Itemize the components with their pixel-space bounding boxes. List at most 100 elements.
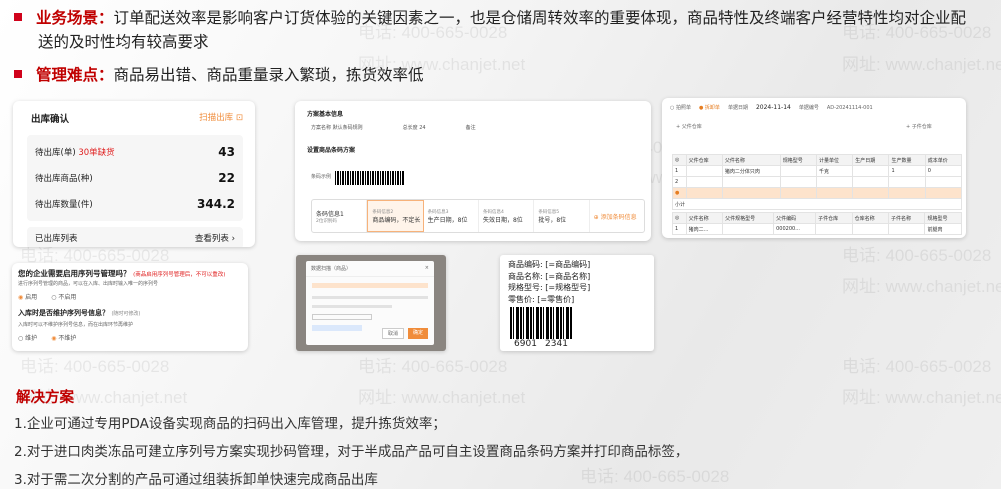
management-difficulty: 管理难点：商品易出错、商品重量录入繁琐，拣货效率低 [14,64,424,87]
footer-label: 已出库列表 [35,234,78,244]
label-field: 商品编码: [=商品编码] [508,260,591,269]
business-scenario: 业务场景：订单配送效率是影响客户订货体验的关键因素之一，也是仓储周转效率的重要体… [14,7,966,30]
radio-icon: ○ [51,294,57,301]
doc-no-value[interactable]: AD-20241114-001 [827,105,873,111]
view-list-link[interactable]: 查看列表 › [195,232,235,244]
shortage-badge: 30单缺货 [78,148,115,158]
watermark-phone: 电话: 400-665-0028 [842,357,992,376]
table-row[interactable]: 1 猪肉二... 000200... 前腿肉 [672,223,962,235]
radio-checked-icon: ◉ [51,335,57,342]
scenario-text: 订单配送效率是影响客户订货体验的关键因素之一，也是仓储周转效率的重要体现，商品特… [113,9,967,27]
parent-warehouse-label: + 父件仓库 [676,124,702,130]
bullet-icon [14,12,22,21]
bullet-icon [14,69,22,78]
watermark-site: 网址: www.chanjet.net [358,388,526,407]
table-row[interactable]: 2 [672,176,963,188]
segment-tile[interactable]: 条码信息2 商品编码，不定长 [367,200,424,232]
label-field: 商品名称: [=商品名称] [508,271,591,281]
add-row-icon[interactable]: ● [675,190,679,196]
label-field: 零售价: [=零售价] [508,294,575,304]
segment-tile[interactable]: 条码信息1 2位识别码 [312,200,368,232]
difficulty-keyword: 管理难点： [36,66,114,84]
scan-icon: ⊡ [235,113,243,123]
radio-maintain[interactable]: ○ 维护 [18,333,37,342]
date-value[interactable]: 2024-11-14 [756,104,791,111]
barcode-segments: 条码信息1 2位识别码 条码信息2 商品编码，不定长 条码信息3 生产日期，8位… [311,199,645,233]
serial-desc: 进行序列号管理的商品，可以在入库、出库时输入唯一的序列号 [18,281,159,287]
label-field: 规格型号: [=规格型号] [508,283,591,292]
row-label: 待出库数量(件) [35,200,93,210]
label-template-card: 商品编码: [=商品编码] 商品名称: [=商品名称] 规格型号: [=规格型号… [500,255,654,351]
scan-dialog-screenshot: 数据扫描（商品） × 取消 确定 [296,255,446,351]
shipped-list-link[interactable]: 已出库列表 查看列表 › [27,227,243,247]
pending-qty-row[interactable]: 待出库数量(件) 344.2 [35,191,235,217]
outbound-confirm-card: 出库确认 扫描出库 ⊡ 待出库(单) 30单缺货 43 待出库商品(种) 22 … [13,101,255,247]
child-warehouse-label: + 子件仓库 [906,124,932,130]
pending-goods-row[interactable]: 待出库商品(种) 22 [35,165,235,191]
radio-no-maintain[interactable]: ◉ 不维护 [51,333,76,342]
row-label: 待出库(单) [35,148,76,158]
row-value: 43 [218,145,235,159]
parent-items-table: ◎ 父件仓库 父件名称 规格型号 计量单位 生产日期 生产数量 成本单价 1 猪肉… [672,154,963,210]
maintain-question: 入库时是否维护序列号信息？ (随时可修改) [18,309,141,317]
dialog-input[interactable] [312,325,362,331]
note-label: 备注 [465,125,476,131]
subtotal-row: 小计 [672,198,962,210]
pending-orders-row[interactable]: 待出库(单) 30单缺货 43 [35,139,235,165]
barcode-example-label: 条码示例 [311,174,332,180]
barcode-number: 6901 [514,339,537,349]
scenario-keyword: 业务场景： [36,9,114,27]
scheme-name-value[interactable]: 默认条码规则 [333,125,363,131]
row-label: 待出库商品(种) [35,174,93,184]
barcode-number: 2341 [545,339,568,349]
watermark-phone: 电话: 400-665-0028 [580,467,730,486]
watermark-site: 网址: www.chanjet.net [842,388,1001,407]
maintain-desc: 入库时可以不维护序列号信息，而在出库环节再维护 [18,322,134,328]
row-value: 344.2 [197,197,235,211]
dialog-highlight-bar [312,283,428,288]
watermark-phone: 电话: 400-665-0028 [20,357,170,376]
disassembly-form-card: ○ 拍照单 ● 拆卸单 单据日期 2024-11-14 单据编号 AD-2024… [662,98,966,238]
row-value: 22 [218,171,235,185]
segment-tile[interactable]: 条码信息3 生产日期，8位 [424,200,479,232]
table-row[interactable]: 1 猪肉二分体只肉 千克 1 0 [672,165,963,177]
segment-tile[interactable]: 条码信息4 失效日期，8位 [479,200,535,232]
serial-number-card: 您的企业需要启用序列号管理吗？ (商品启用序列号管理后，不可以重改) 进行序列号… [12,263,248,351]
scan-outbound-button[interactable]: 扫描出库 ⊡ [199,111,243,125]
radio-checked-icon: ◉ [18,294,24,301]
watermark-phone: 电话: 400-665-0028 [842,246,992,265]
serial-question: 您的企业需要启用序列号管理吗？ (商品启用序列号管理后，不可以重改) [18,269,226,278]
cancel-button[interactable]: 取消 [381,328,404,339]
difficulty-text: 商品易出错、商品重量录入繁琐，拣货效率低 [113,66,424,84]
solution-item: 3.对于需二次分割的产品可通过组装拆卸单快速完成商品出库 [14,472,378,488]
solution-item: 1.企业可通过专用PDA设备实现商品的扫码出入库管理，提升拣货效率； [14,416,446,432]
radio-icon: ○ [18,335,24,342]
dialog-input[interactable] [312,314,372,320]
table-row-active[interactable]: ● [672,187,963,199]
add-segment-button[interactable]: ⊕ 添加条码信息 [590,200,644,232]
section-title: 设置商品条码方案 [307,147,356,154]
barcode-scheme-card: 方案基本信息 方案名称 默认条码规则 总长度 24 备注 设置商品条码方案 条码… [295,101,651,241]
close-icon[interactable]: × [425,265,429,272]
dialog-title: 数据扫描（商品） [311,266,352,272]
plus-icon: + [676,124,681,130]
tab-disassembly[interactable]: ● 拆卸单 [699,104,720,111]
solution-item: 2.对于进口肉类冻品可建立序列号方案实现抄码管理，对于半成品产品可自主设置商品条… [14,444,689,460]
segment-tile[interactable]: 条码信息5 批号，8位 [534,200,590,232]
solution-title: 解决方案 [16,390,74,406]
total-length-value[interactable]: 24 [419,125,425,131]
section-title: 方案基本信息 [307,111,344,118]
radio-enable[interactable]: ◉ 启用 [18,292,37,301]
radio-disable[interactable]: ○ 不启用 [51,292,76,301]
plus-icon: + [906,124,911,130]
watermark-site: 网址: www.chanjet.net [842,277,1001,296]
card-title: 出库确认 [31,114,70,125]
tab-photo[interactable]: ○ 拍照单 [670,104,691,111]
watermark-phone: 电话: 400-665-0028 [358,357,508,376]
plus-icon: ⊕ [593,213,599,221]
barcode-example-icon [335,171,405,185]
watermark-site: 网址: www.chanjet.net [842,55,1001,74]
barcode-icon [510,307,572,339]
confirm-button[interactable]: 确定 [407,328,428,339]
child-items-table: ◎ 父件名称 父件规格型号 父件编码 子件仓库 仓库名称 子件名称 规格型号 1… [672,212,962,235]
